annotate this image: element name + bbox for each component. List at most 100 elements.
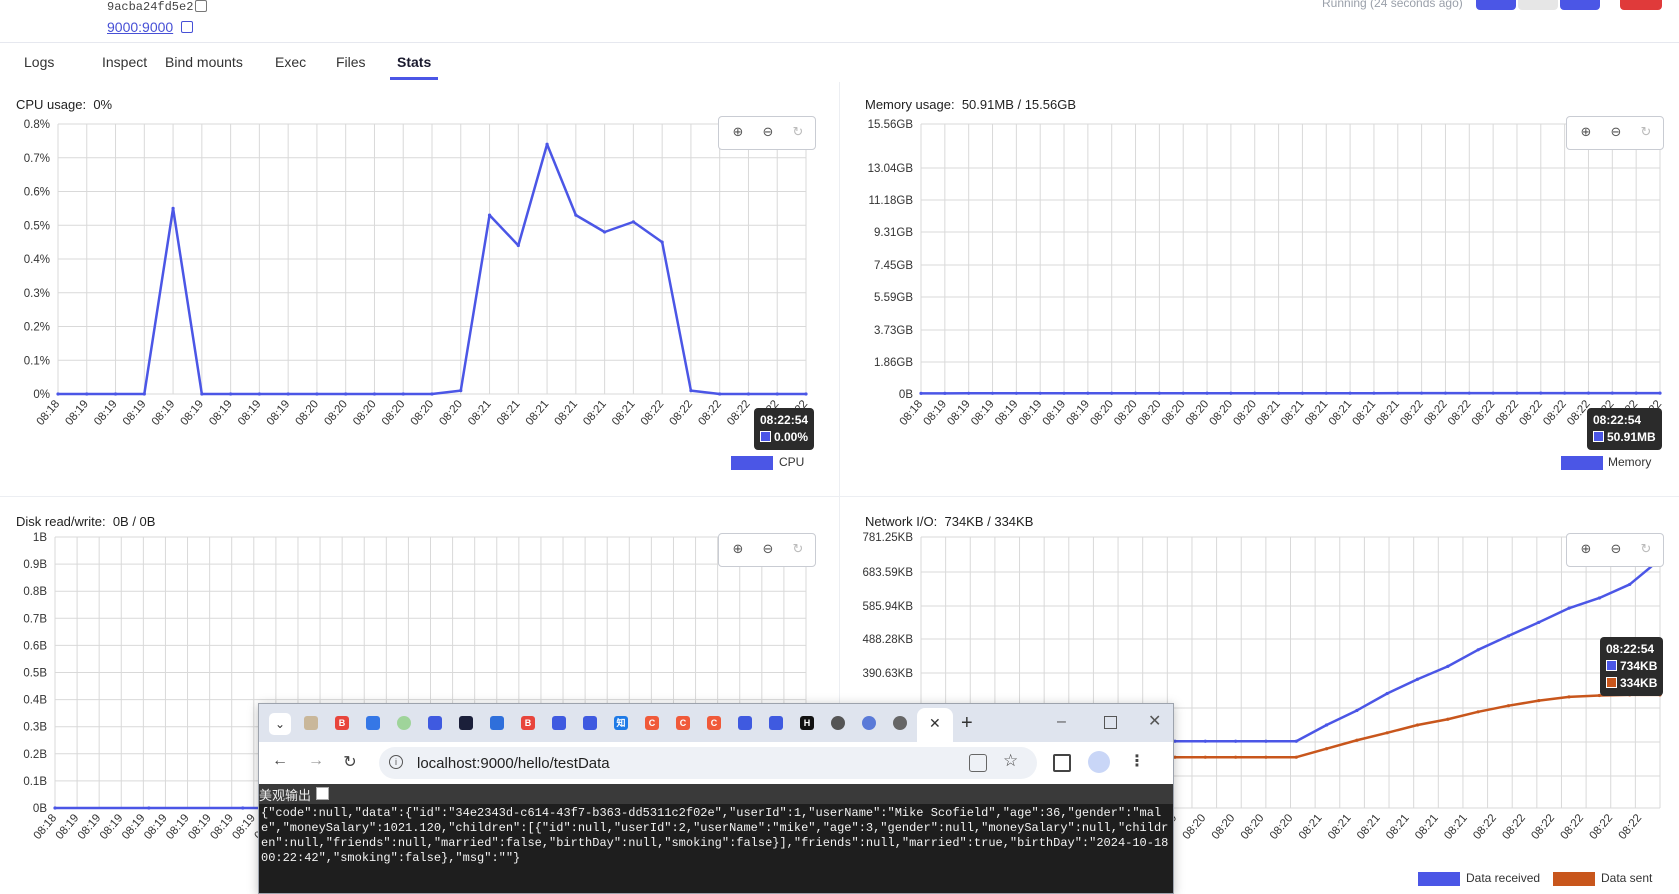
forward-icon[interactable]: →: [305, 752, 327, 770]
zoom-out-icon[interactable]: ⊖: [1608, 124, 1624, 140]
cpu-series-point: [85, 392, 88, 395]
browser-tab[interactable]: [425, 713, 445, 733]
zoom-out-icon[interactable]: ⊖: [760, 541, 776, 557]
browser-tab[interactable]: [301, 713, 321, 733]
memory-series-point: [1062, 392, 1065, 395]
browser-tab[interactable]: C: [673, 713, 693, 733]
translate-icon[interactable]: [969, 754, 987, 772]
browser-tab[interactable]: [487, 713, 507, 733]
memory-series-point: [1039, 392, 1042, 395]
reset-zoom-icon[interactable]: ↻: [790, 541, 806, 557]
cpu-chart-y-tick: 0.5%: [24, 220, 50, 232]
reset-zoom-icon[interactable]: ↻: [1638, 124, 1654, 140]
memory-chart-x-tick: 08:19: [993, 398, 1021, 428]
maximize-icon[interactable]: [1104, 716, 1117, 729]
disk-chart-y-tick: 0B: [33, 803, 47, 815]
zoom-in-icon[interactable]: ⊕: [1578, 124, 1594, 140]
reset-zoom-icon[interactable]: ↻: [1638, 541, 1654, 557]
minimize-icon[interactable]: –: [1057, 713, 1077, 733]
cpu-series-point: [430, 392, 433, 395]
memory-chart-x-tick: 08:20: [1088, 398, 1116, 428]
network-rx-series-point: [1264, 740, 1267, 743]
disk-chart-x-tick: 08:19: [186, 812, 214, 842]
memory-series-point: [1182, 392, 1185, 395]
disk-zoom-controls: ⊕ ⊖ ↻: [718, 533, 816, 567]
browser-tab[interactable]: [890, 713, 910, 733]
browser-tab[interactable]: [828, 713, 848, 733]
browser-tab[interactable]: [363, 713, 383, 733]
browser-tab[interactable]: C: [704, 713, 724, 733]
close-window-icon[interactable]: ✕: [1148, 713, 1168, 733]
address-bar[interactable]: i localhost:9000/hello/testData ☆: [379, 747, 1037, 779]
memory-chart-x-tick: 08:20: [1184, 398, 1212, 428]
browser-tab[interactable]: C: [642, 713, 662, 733]
extensions-icon[interactable]: [1053, 754, 1071, 772]
network-tx-series-point: [1295, 756, 1298, 759]
site-info-icon[interactable]: i: [389, 755, 403, 769]
memory-chart-y-tick: 15.56GB: [868, 119, 914, 131]
reload-icon[interactable]: ↻: [339, 752, 361, 772]
zoom-in-icon[interactable]: ⊕: [730, 541, 746, 557]
network-rx-series-point: [1446, 665, 1449, 668]
browser-tab[interactable]: B: [332, 713, 352, 733]
browser-tab[interactable]: [394, 713, 414, 733]
cpu-chart-x-tick: 08:21: [524, 398, 552, 428]
network-chart-x-tick: 08:21: [1326, 812, 1354, 842]
back-icon[interactable]: ←: [269, 752, 291, 770]
new-tab-icon[interactable]: +: [961, 713, 981, 733]
cpu-chart-x-tick: 08:20: [351, 398, 379, 428]
memory-series-point: [1372, 392, 1375, 395]
browser-tab[interactable]: [859, 713, 879, 733]
memory-series-point: [1515, 392, 1518, 395]
memory-chart-x-tick: 08:21: [1351, 398, 1379, 428]
memory-series-point: [1539, 392, 1542, 395]
memory-chart-x-tick: 08:22: [1446, 398, 1474, 428]
bookmark-star-icon[interactable]: ☆: [1003, 751, 1018, 771]
browser-tab[interactable]: [580, 713, 600, 733]
browser-tab[interactable]: 知: [611, 713, 631, 733]
profile-avatar-icon[interactable]: [1088, 751, 1110, 773]
browser-tab[interactable]: [735, 713, 755, 733]
memory-chart-x-tick: 08:19: [921, 398, 949, 428]
cpu-chart-x-tick: 08:18: [35, 398, 63, 428]
network-tx-series-point: [1446, 718, 1449, 721]
pretty-print-checkbox[interactable]: [316, 787, 329, 800]
memory-legend-swatch: [1561, 456, 1603, 470]
network-tx-series-point: [1537, 699, 1540, 702]
cpu-series-point: [545, 143, 548, 146]
memory-series-point: [1396, 392, 1399, 395]
zoom-in-icon[interactable]: ⊕: [730, 124, 746, 140]
url-text[interactable]: localhost:9000/hello/testData: [417, 755, 610, 772]
network-rx-series-point: [1507, 634, 1510, 637]
browser-tab[interactable]: H: [797, 713, 817, 733]
browser-tab[interactable]: [456, 713, 476, 733]
cpu-series-point: [315, 392, 318, 395]
cpu-series-point: [603, 230, 606, 233]
active-browser-tab[interactable]: ✕: [917, 708, 953, 742]
cpu-series-point: [56, 392, 59, 395]
cpu-series-point: [804, 392, 807, 395]
menu-kebab-icon[interactable]: ⋮: [1126, 751, 1148, 771]
disk-chart-x-tick: 08:19: [98, 812, 126, 842]
network-rx-series-point: [1325, 723, 1328, 726]
zoom-out-icon[interactable]: ⊖: [1608, 541, 1624, 557]
tab-search-dropdown-icon[interactable]: ⌄: [269, 713, 291, 735]
memory-chart-x-tick: 08:19: [969, 398, 997, 428]
browser-tab[interactable]: [549, 713, 569, 733]
close-tab-icon[interactable]: ✕: [929, 715, 941, 732]
memory-series-point: [1134, 392, 1137, 395]
network-tx-series-point: [1567, 695, 1570, 698]
zoom-out-icon[interactable]: ⊖: [760, 124, 776, 140]
memory-chart-x-tick: 08:19: [1041, 398, 1069, 428]
memory-chart-x-tick: 08:21: [1374, 398, 1402, 428]
network-chart-y-tick: 390.63KB: [862, 668, 913, 680]
reset-zoom-icon[interactable]: ↻: [790, 124, 806, 140]
browser-tab[interactable]: B: [518, 713, 538, 733]
browser-tab[interactable]: [766, 713, 786, 733]
memory-series-point: [1110, 392, 1113, 395]
cpu-chart-y-tick: 0.7%: [24, 153, 50, 165]
disk-series-point: [241, 806, 244, 809]
cpu-chart-x-tick: 08:21: [581, 398, 609, 428]
zoom-in-icon[interactable]: ⊕: [1578, 541, 1594, 557]
tiktok-icon: [366, 716, 380, 730]
